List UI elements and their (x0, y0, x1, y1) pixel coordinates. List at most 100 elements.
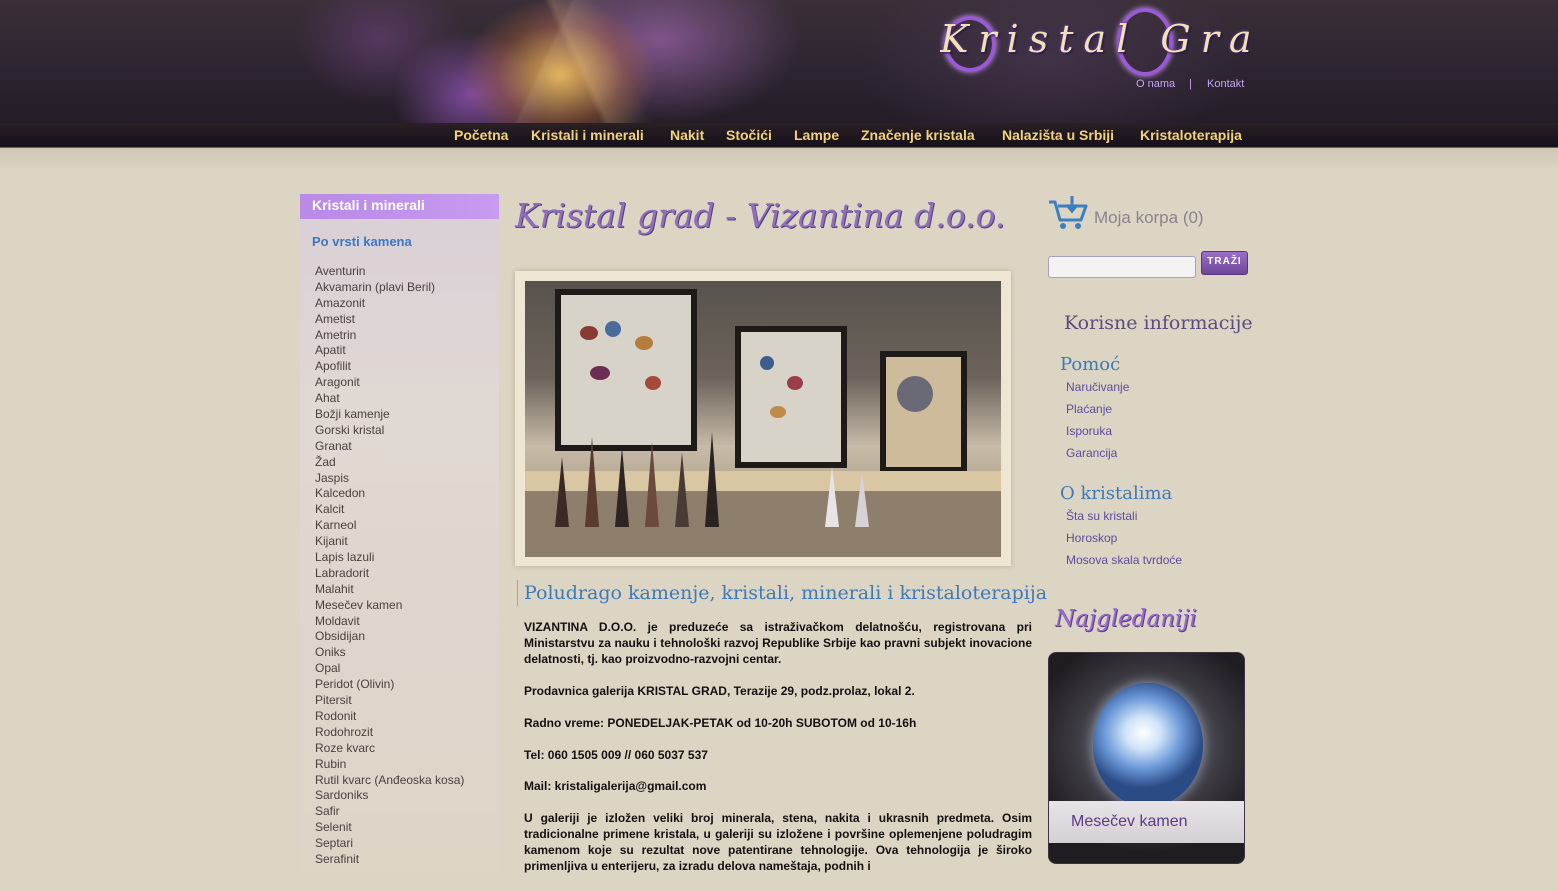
shopping-cart[interactable]: Moja korpa (0) (1047, 196, 1247, 236)
stone-list: Aventurin Akvamarin (plavi Beril) Amazonit… (315, 264, 464, 868)
photo-stone (787, 376, 803, 390)
nav-item-lamps[interactable]: Lampe (794, 125, 839, 145)
top-links-separator: | (1189, 78, 1192, 90)
sidebar-item[interactable]: Ahat (315, 391, 464, 407)
sidebar-item[interactable]: Selenit (315, 820, 464, 836)
most-viewed-title: Najgledaniji (1055, 606, 1197, 632)
content-paragraph: Mail: kristaligalerija@gmail.com (524, 779, 707, 794)
sidebar-item[interactable]: Ametrin (315, 328, 464, 344)
content-paragraph: Prodavnica galerija KRISTAL GRAD, Terazi… (524, 683, 915, 698)
gallery-photo-frame (515, 271, 1011, 566)
cart-icon (1049, 196, 1088, 229)
main-nav: Početna Kristali i minerali Nakit Stočić… (0, 123, 1558, 149)
sidebar-item[interactable]: Opal (315, 661, 464, 677)
nav-item-tables[interactable]: Stočići (726, 125, 772, 145)
sidebar-item[interactable]: Pitersit (315, 693, 464, 709)
sidebar-item[interactable]: Peridot (Olivin) (315, 677, 464, 693)
sidebar-item[interactable]: Kijanit (315, 534, 464, 550)
sidebar-item[interactable]: Božji kamenje (315, 407, 464, 423)
useful-info-title: Korisne informacije (1064, 312, 1253, 334)
photo-obelisk (585, 437, 599, 527)
help-link-delivery[interactable]: Isporuka (1066, 424, 1112, 438)
photo-panel (735, 326, 847, 468)
sidebar-item[interactable]: Granat (315, 439, 464, 455)
sidebar-item[interactable]: Amazonit (315, 296, 464, 312)
nav-item-home[interactable]: Početna (454, 125, 508, 145)
sidebar-item[interactable]: Labradorit (315, 566, 464, 582)
about-link-what-are-crystals[interactable]: Šta su kristali (1066, 509, 1137, 523)
nav-item-crystals-minerals[interactable]: Kristali i minerali (531, 125, 644, 145)
about-link-mohs-scale[interactable]: Mosova skala tvrdoće (1066, 553, 1182, 567)
photo-stone (760, 356, 774, 370)
sidebar-item[interactable]: Sardoniks (315, 788, 464, 804)
search-input[interactable] (1048, 256, 1196, 278)
content-paragraph: U galeriji je izložen veliki broj minera… (524, 811, 1032, 874)
most-viewed-item-label: Mesečev kamen (1049, 801, 1244, 843)
help-link-warranty[interactable]: Garancija (1066, 446, 1117, 460)
sidebar-item[interactable]: Safir (315, 804, 464, 820)
help-link-payment[interactable]: Plaćanje (1066, 402, 1112, 416)
photo-stone (605, 321, 621, 337)
sidebar-item[interactable]: Mesečev kamen (315, 598, 464, 614)
moonstone-image (1093, 683, 1203, 807)
sidebar-item[interactable]: Aragonit (315, 375, 464, 391)
sidebar-item[interactable]: Apofilit (315, 359, 464, 375)
help-title: Pomoć (1060, 354, 1121, 375)
top-links: O nama | Kontakt (1100, 78, 1260, 94)
sidebar-item[interactable]: Moldavit (315, 614, 464, 630)
photo-stone (645, 376, 661, 390)
sidebar-item[interactable]: Jaspis (315, 471, 464, 487)
about-link[interactable]: O nama (1136, 78, 1175, 90)
sidebar-item[interactable]: Oniks (315, 645, 464, 661)
sidebar-item[interactable]: Kalcedon (315, 486, 464, 502)
sidebar-title: Kristali i minerali (300, 194, 499, 219)
site-logo[interactable]: Kristal Grad (940, 4, 1250, 76)
sidebar-item[interactable]: Aventurin (315, 264, 464, 280)
about-link-horoscope[interactable]: Horoskop (1066, 531, 1117, 545)
photo-obelisk (855, 472, 869, 527)
photo-obelisk (675, 452, 689, 527)
most-viewed-card[interactable]: Mesečev kamen (1048, 652, 1245, 864)
content-body: VIZANTINA D.O.O. je preduzeće sa istraži… (524, 620, 1032, 891)
sidebar-item[interactable]: Kalcit (315, 502, 464, 518)
sidebar-item[interactable]: Roze kvarc (315, 741, 464, 757)
sidebar-item[interactable]: Lapis lazuli (315, 550, 464, 566)
sidebar-item[interactable]: Obsidijan (315, 629, 464, 645)
photo-obelisk (555, 457, 569, 527)
sidebar-item[interactable]: Septari (315, 836, 464, 852)
nav-item-crystal-meaning[interactable]: Značenje kristala (861, 125, 975, 145)
sidebar-item[interactable]: Serafinit (315, 852, 464, 868)
header-banner: Kristal Grad O nama | Kontakt (0, 0, 1558, 123)
logo-text: Kristal Grad (940, 17, 1250, 61)
sidebar-item[interactable]: Ametist (315, 312, 464, 328)
nav-item-locations-serbia[interactable]: Nalazišta u Srbiji (1002, 125, 1114, 145)
sidebar-item[interactable]: Malahit (315, 582, 464, 598)
crystal-banner-image (420, 0, 740, 123)
contact-link[interactable]: Kontakt (1207, 78, 1244, 90)
photo-obelisk (645, 442, 659, 527)
photo-panel (555, 289, 697, 451)
content-title: Poludrago kamenje, kristali, minerali i … (517, 580, 1047, 606)
nav-item-crystal-therapy[interactable]: Kristaloterapija (1140, 125, 1242, 145)
photo-stone (635, 336, 653, 350)
sidebar-item[interactable]: Rubin (315, 757, 464, 773)
category-sidebar: Kristali i minerali Po vrsti kamena Aven… (300, 194, 499, 873)
sidebar-item[interactable]: Gorski kristal (315, 423, 464, 439)
sidebar-item[interactable]: Karneol (315, 518, 464, 534)
gallery-photo (525, 281, 1001, 557)
sidebar-item[interactable]: Žad (315, 455, 464, 471)
sidebar-item[interactable]: Rodohrozit (315, 725, 464, 741)
nav-shadow (0, 148, 1558, 170)
search-button[interactable]: TRAŽI (1201, 251, 1248, 275)
help-link-ordering[interactable]: Naručivanje (1066, 380, 1129, 394)
photo-stone (897, 376, 933, 412)
sidebar-item[interactable]: Akvamarin (plavi Beril) (315, 280, 464, 296)
content-paragraph: Tel: 060 1505 009 // 060 5037 537 (524, 747, 708, 762)
sidebar-item[interactable]: Rutil kvarc (Anđeoska kosa) (315, 773, 464, 789)
photo-stone (770, 406, 786, 418)
nav-item-jewelry[interactable]: Nakit (670, 125, 704, 145)
sidebar-subtitle[interactable]: Po vrsti kamena (312, 234, 412, 249)
sidebar-item[interactable]: Rodonit (315, 709, 464, 725)
cart-label: Moja korpa (0) (1094, 208, 1204, 227)
sidebar-item[interactable]: Apatit (315, 343, 464, 359)
